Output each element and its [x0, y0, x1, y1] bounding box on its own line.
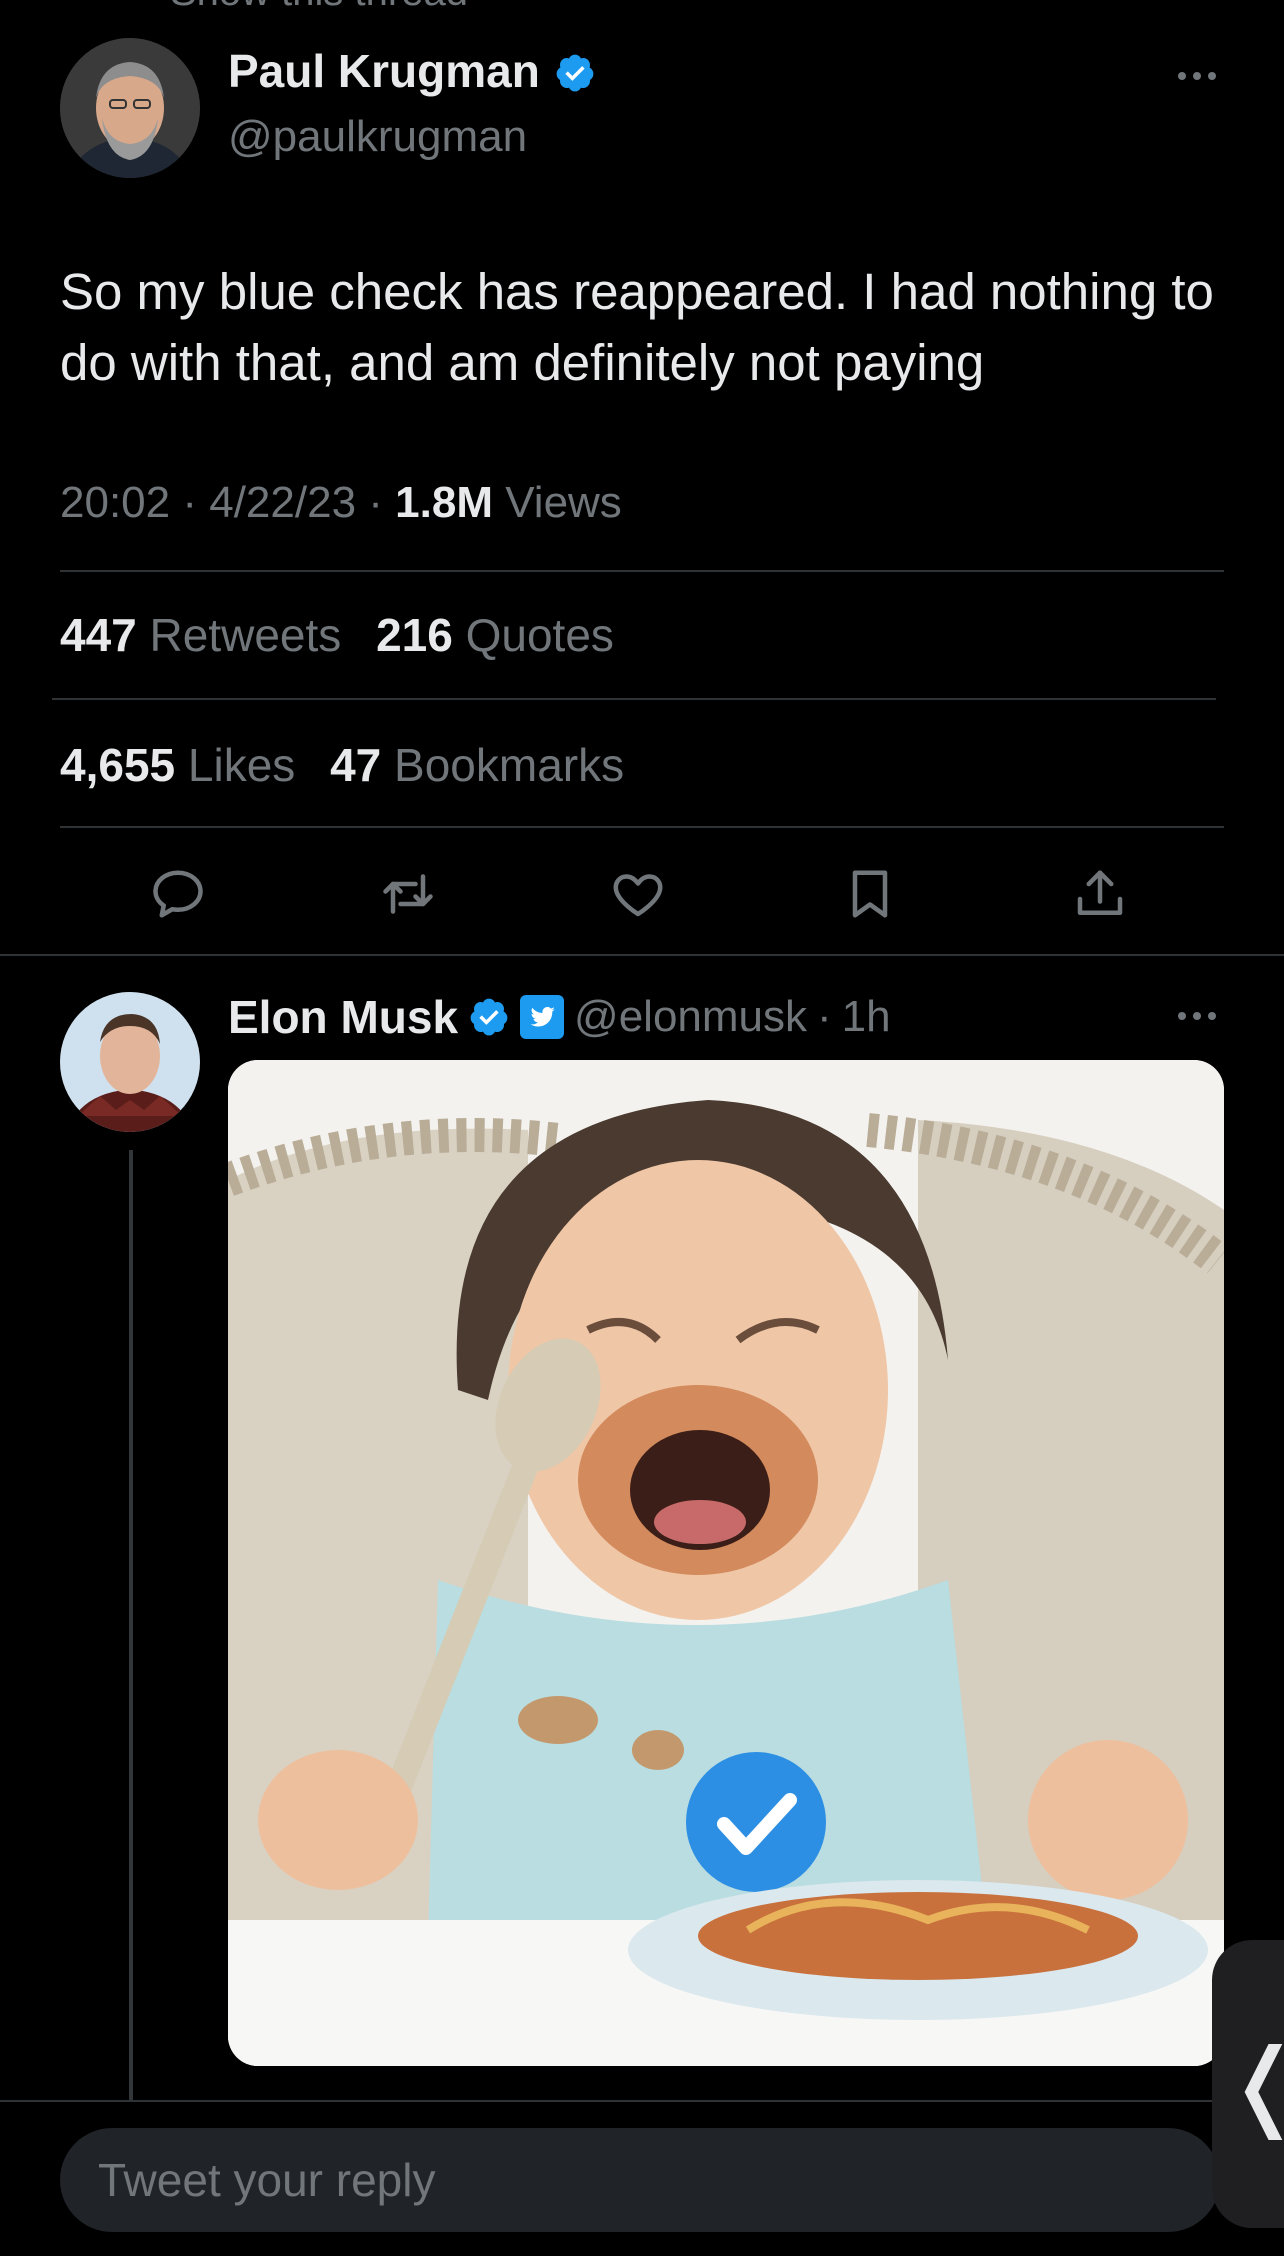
edge-panel-handle[interactable]: ❬	[1212, 1940, 1284, 2228]
chevron-left-icon: ❬	[1224, 2028, 1284, 2140]
meta-separator: ·	[182, 478, 210, 527]
tweet-media-image[interactable]	[228, 1060, 1224, 2066]
reply-author-name[interactable]: Elon Musk	[228, 990, 458, 1044]
likes-bookmarks-stats: 4,655 Likes 47 Bookmarks	[60, 738, 624, 792]
author-name[interactable]: Paul Krugman	[228, 44, 540, 98]
likes-stat[interactable]: 4,655 Likes	[60, 739, 295, 791]
retweet-icon[interactable]	[378, 864, 438, 924]
reply-icon[interactable]	[148, 864, 208, 924]
divider	[52, 698, 1216, 700]
reply-author-avatar[interactable]	[60, 992, 200, 1132]
author-handle[interactable]: @paulkrugman	[228, 112, 527, 162]
reply-more-options-icon[interactable]	[1178, 1012, 1216, 1020]
reply-author-handle[interactable]: @elonmusk	[574, 992, 807, 1042]
views-label: Views	[505, 478, 622, 527]
retweet-quote-stats: 447 Retweets 216 Quotes	[60, 608, 614, 662]
meta-separator: ·	[817, 992, 832, 1041]
reply-time[interactable]: 1h	[842, 992, 891, 1042]
retweets-stat[interactable]: 447 Retweets	[60, 609, 341, 661]
like-icon[interactable]	[608, 864, 668, 924]
show-thread-link-cutoff[interactable]: Show this thread	[170, 0, 468, 8]
twitter-bird-icon	[520, 995, 565, 1039]
quotes-stat[interactable]: 216 Quotes	[376, 609, 614, 661]
verified-badge-icon	[554, 52, 596, 94]
views-count: 1.8M	[395, 478, 493, 527]
share-icon[interactable]	[1070, 864, 1130, 924]
meta-separator: ·	[368, 478, 396, 527]
section-divider	[0, 954, 1284, 956]
author-avatar[interactable]	[60, 38, 200, 178]
more-options-icon[interactable]	[1178, 72, 1216, 80]
divider	[60, 570, 1224, 572]
tweet-date[interactable]: 4/22/23	[209, 478, 356, 527]
divider	[60, 826, 1224, 828]
verified-badge-icon	[468, 996, 510, 1038]
bookmark-icon[interactable]	[840, 864, 900, 924]
tweet-text: So my blue check has reappeared. I had n…	[60, 263, 1214, 391]
thread-line	[129, 1150, 133, 2110]
reply-header: Elon Musk @elonmusk · 1h	[228, 990, 891, 1044]
reply-input[interactable]: Tweet your reply	[60, 2128, 1220, 2232]
tweet-meta: 20:02 · 4/22/23 · 1.8M Views	[60, 478, 622, 528]
tweet-time[interactable]: 20:02	[60, 478, 170, 527]
bookmarks-stat[interactable]: 47 Bookmarks	[330, 739, 624, 791]
